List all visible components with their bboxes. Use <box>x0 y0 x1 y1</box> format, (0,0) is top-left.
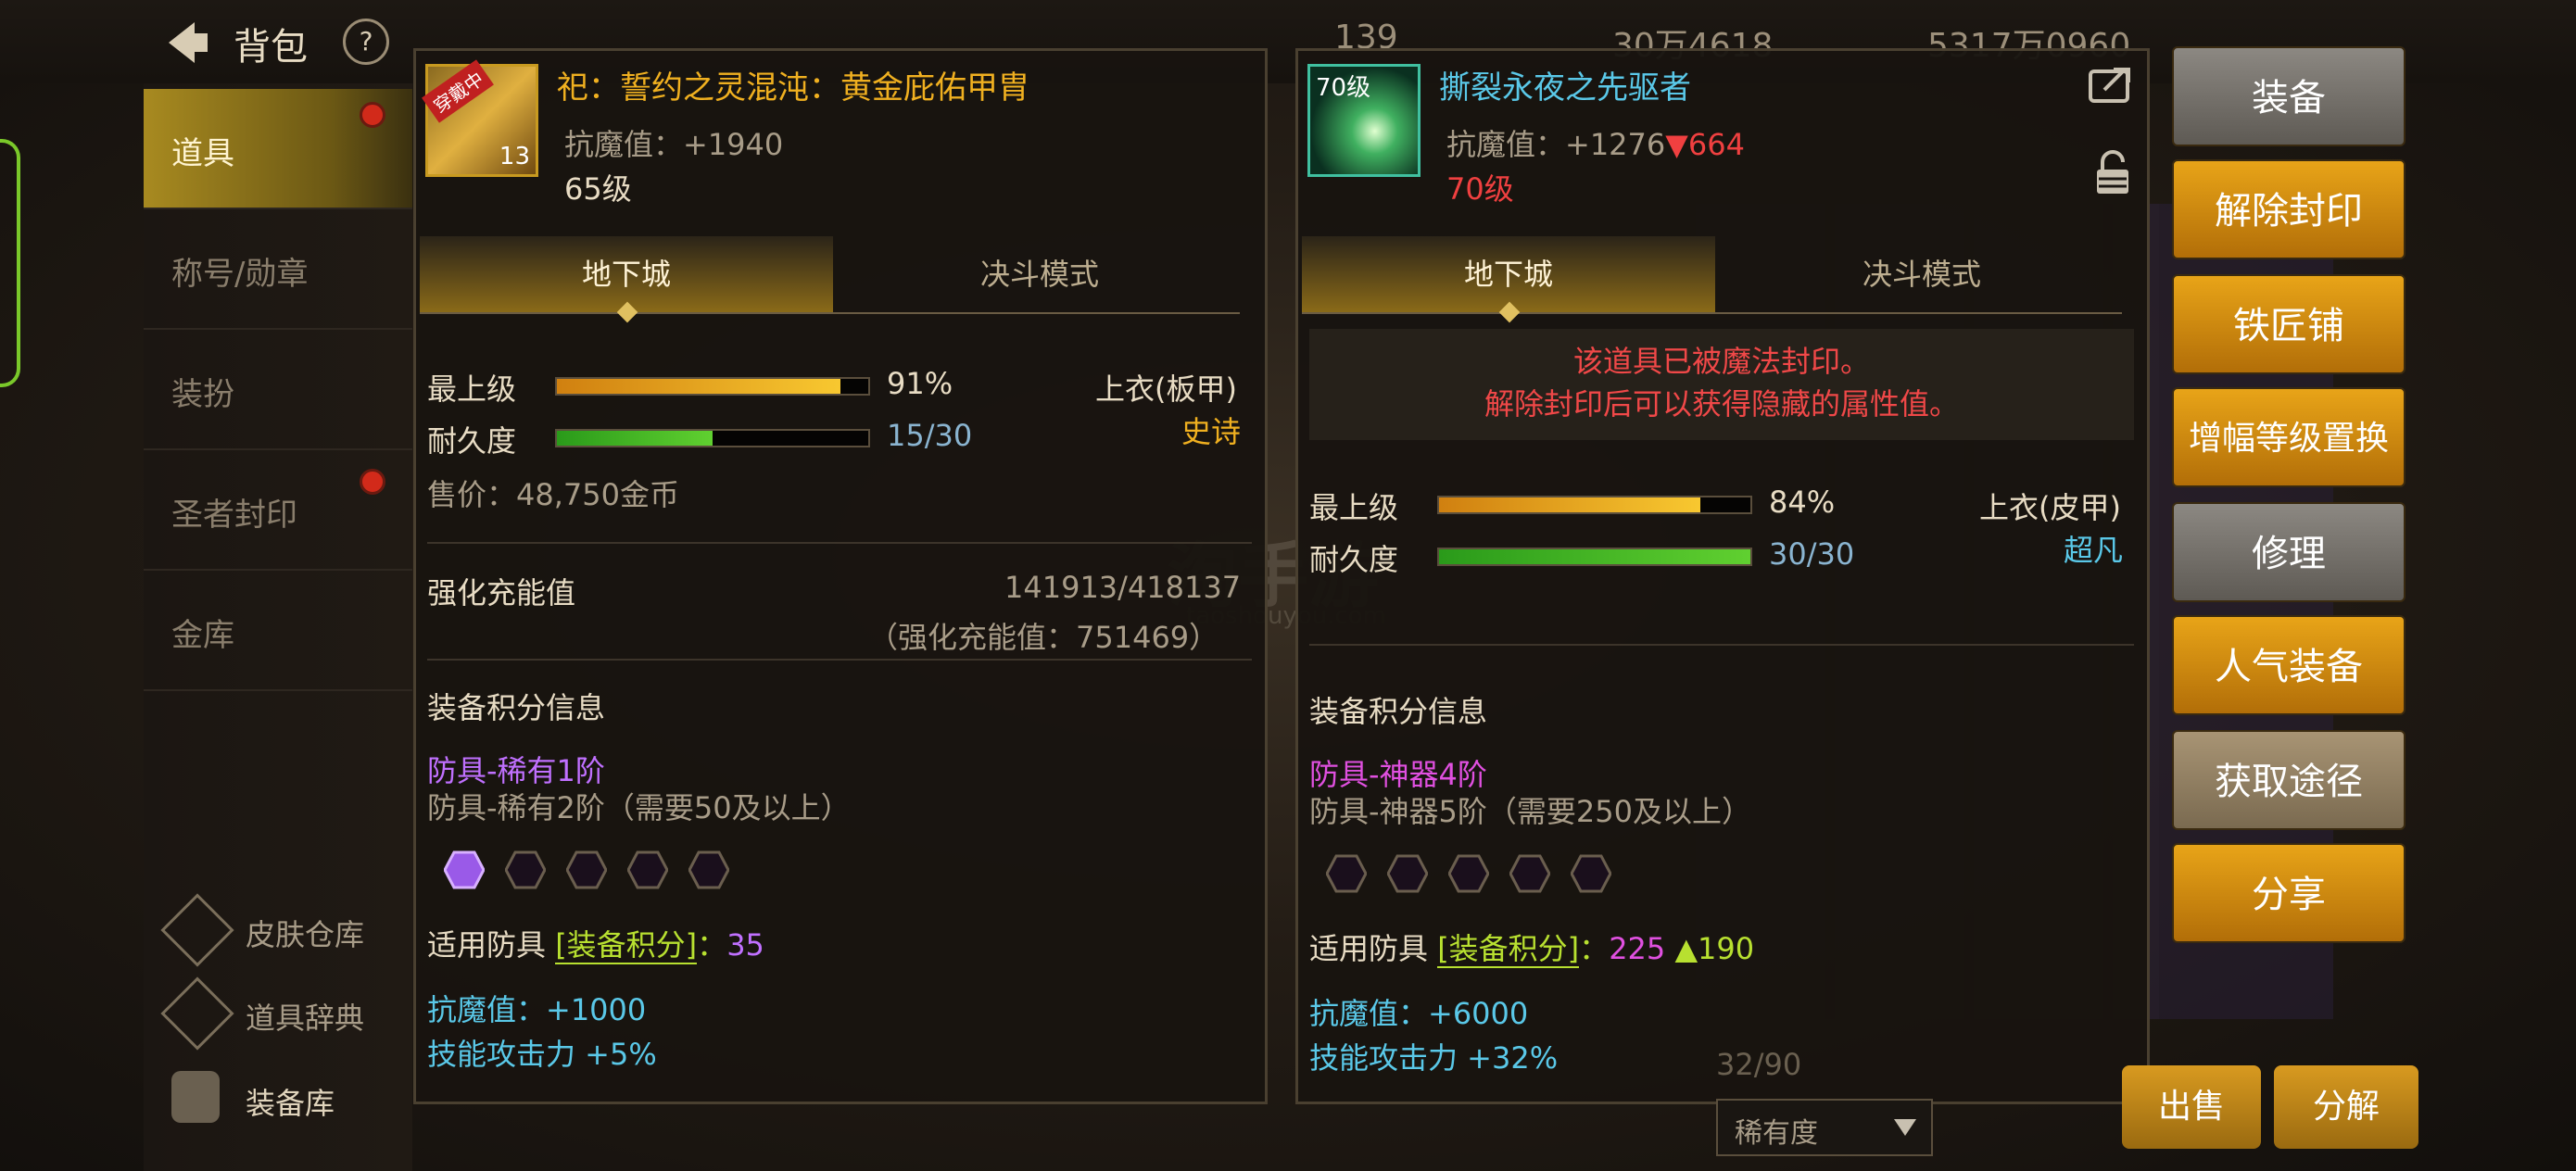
bonus-skill-attack: 技能攻击力 +32% <box>1309 1040 1559 1076</box>
reinforce-total: （强化充能值：751469） <box>868 620 1219 655</box>
repair-button[interactable]: 修理 <box>2172 502 2406 602</box>
disassemble-button[interactable]: 分解 <box>2274 1065 2418 1149</box>
armor-storage-icon[interactable] <box>171 1071 220 1123</box>
share-icon[interactable] <box>2088 64 2134 105</box>
back-arrow-icon[interactable] <box>158 15 213 70</box>
top-level-label: 最上级 <box>427 371 517 407</box>
sell-price: 售价：48,750金币 <box>427 477 679 512</box>
durability-bar <box>555 429 870 447</box>
equip-button[interactable]: 装备 <box>2172 46 2406 146</box>
gem-empty-icon <box>1448 854 1489 893</box>
divider <box>1309 644 2134 646</box>
item-icon: 70级 <box>1307 64 1421 177</box>
durability-value: 15/30 <box>887 418 973 453</box>
popular-gear-button[interactable]: 人气装备 <box>2172 615 2406 715</box>
gem-empty-icon <box>1387 854 1428 893</box>
blacksmith-button[interactable]: 铁匠铺 <box>2172 274 2406 374</box>
durability-label: 耐久度 <box>427 423 517 459</box>
tab-duel[interactable]: 决斗模式 <box>833 236 1246 312</box>
sell-button[interactable]: 出售 <box>2122 1065 2261 1149</box>
rarity: 史诗 <box>1181 414 1242 449</box>
gem-empty-icon <box>505 850 546 889</box>
slot-type: 上衣(皮甲) <box>1979 490 2121 525</box>
gem-empty-icon <box>1571 854 1611 893</box>
lock-icon[interactable] <box>2093 149 2132 195</box>
tab-divider <box>1302 312 2122 314</box>
obtain-route-button[interactable]: 获取途径 <box>2172 730 2406 830</box>
item-dictionary-label[interactable]: 道具辞典 <box>246 995 364 1038</box>
item-level: 65级 <box>564 171 632 207</box>
bonus-magic-resist: 抗魔值：+6000 <box>1309 996 1529 1031</box>
page-title: 背包 <box>234 26 308 69</box>
mode-tabs: 地下城 决斗模式 <box>416 236 1265 323</box>
score-header: 装备积分信息 <box>1309 694 1488 729</box>
magic-resist: 抗魔值：+1940 <box>564 127 784 162</box>
side-tab-handle[interactable] <box>0 139 20 387</box>
bonus-skill-attack: 技能攻击力 +5% <box>427 1037 657 1072</box>
skin-storage-label[interactable]: 皮肤仓库 <box>246 912 364 954</box>
share-button[interactable]: 分享 <box>2172 843 2406 943</box>
tier-next: 防具-稀有2阶（需要50及以上） <box>427 790 851 825</box>
rarity: 超凡 <box>2064 533 2124 568</box>
armor-storage-label[interactable]: 装备库 <box>246 1080 335 1123</box>
reinforce-value: 141913/418137 <box>1004 570 1242 605</box>
item-icon: 穿戴中 13 <box>422 59 538 177</box>
sidebar-item-vault[interactable]: 金库 <box>144 571 412 691</box>
score-line: 适用防具 [装备积分]：225 ▲190 <box>1309 931 1755 968</box>
divider <box>427 659 1252 661</box>
sealed-line-2: 解除封印后可以获得隐藏的属性值。 <box>1484 386 1959 422</box>
reinforce-label: 强化充能值 <box>427 575 576 611</box>
divider <box>427 542 1252 544</box>
amplify-transfer-button[interactable]: 增幅等级置换 <box>2172 387 2406 487</box>
item-name: 撕裂永夜之先驱者 <box>1439 69 1691 107</box>
bonus-magic-resist: 抗魔值：+1000 <box>427 992 647 1027</box>
mode-tabs: 地下城 决斗模式 <box>1298 236 2147 323</box>
unseal-button[interactable]: 解除封印 <box>2172 159 2406 259</box>
tab-divider <box>420 312 1240 314</box>
item-name: 祀：誓约之灵混沌：黄金庇佑甲胄 <box>557 69 1029 107</box>
score-header: 装备积分信息 <box>427 690 606 725</box>
chevron-down-icon <box>1894 1119 1916 1136</box>
durability-bar <box>1437 548 1752 566</box>
gem-empty-icon <box>627 850 668 889</box>
notification-dot <box>360 102 385 128</box>
top-level-label: 最上级 <box>1309 490 1399 525</box>
sidebar-item-titles[interactable]: 称号/勋章 <box>144 209 412 330</box>
tab-duel[interactable]: 决斗模式 <box>1715 236 2128 312</box>
top-level-value: 91% <box>887 366 953 401</box>
durability-value: 30/30 <box>1769 536 1855 572</box>
sealed-line-1: 该道具已被魔法封印。 <box>1572 344 1870 379</box>
gem-empty-icon <box>566 850 607 889</box>
magic-resist: 抗魔值：+1276▼664 <box>1446 127 1745 162</box>
sidebar-item-costume[interactable]: 装扮 <box>144 330 412 450</box>
item-level: 70级 <box>1446 171 1514 207</box>
inventory-count: 32/90 <box>1716 1047 1802 1082</box>
rarity-filter-dropdown[interactable]: 稀有度 <box>1716 1099 1933 1156</box>
notification-dot <box>360 469 385 495</box>
gem-empty-icon <box>1326 854 1367 893</box>
left-item-tooltip: 穿戴中 13 祀：誓约之灵混沌：黄金庇佑甲胄 抗魔值：+1940 65级 地下城… <box>413 48 1268 1104</box>
top-level-value: 84% <box>1769 485 1836 520</box>
top-level-bar <box>1437 496 1752 514</box>
icon-reinforce-level: 13 <box>499 143 530 170</box>
durability-label: 耐久度 <box>1309 542 1399 577</box>
gem-filled-icon <box>444 850 485 889</box>
sealed-notice: 该道具已被魔法封印。 解除封印后可以获得隐藏的属性值。 <box>1309 329 2134 440</box>
tier-next: 防具-神器5阶（需要250及以上） <box>1309 794 1751 829</box>
icon-level: 70级 <box>1316 74 1371 102</box>
gem-empty-icon <box>688 850 729 889</box>
equipped-tag: 穿戴中 <box>422 59 494 123</box>
slot-type: 上衣(板甲) <box>1095 371 1237 407</box>
score-line: 适用防具 [装备积分]：35 <box>427 927 764 964</box>
gem-empty-icon <box>1509 854 1550 893</box>
right-item-tooltip: 70级 撕裂永夜之先驱者 抗魔值：+1276▼664 70级 地下城 决斗模式 … <box>1295 48 2150 1104</box>
top-level-bar <box>555 377 870 396</box>
